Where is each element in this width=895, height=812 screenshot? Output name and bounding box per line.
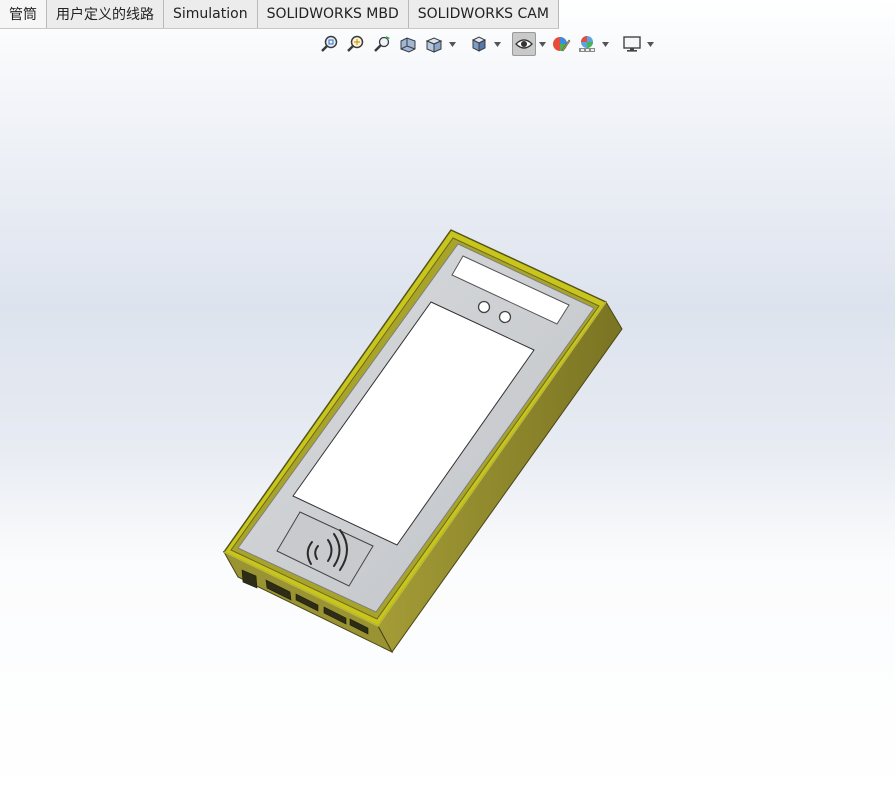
tab-user-defined-routing[interactable]: 用户定义的线路 — [47, 0, 164, 28]
3d-model — [222, 229, 623, 654]
command-manager-tabs: 管筒 用户定义的线路 Simulation SOLIDWORKS MBD SOL… — [0, 0, 559, 29]
tab-solidworks-cam[interactable]: SOLIDWORKS CAM — [408, 0, 559, 28]
camera-lens-left — [477, 300, 491, 314]
tab-simulation[interactable]: Simulation — [164, 0, 258, 28]
graphics-area[interactable] — [0, 28, 895, 808]
tab-tubing[interactable]: 管筒 — [0, 0, 47, 28]
tab-solidworks-mbd[interactable]: SOLIDWORKS MBD — [257, 0, 409, 28]
camera-lens-right — [498, 310, 512, 324]
